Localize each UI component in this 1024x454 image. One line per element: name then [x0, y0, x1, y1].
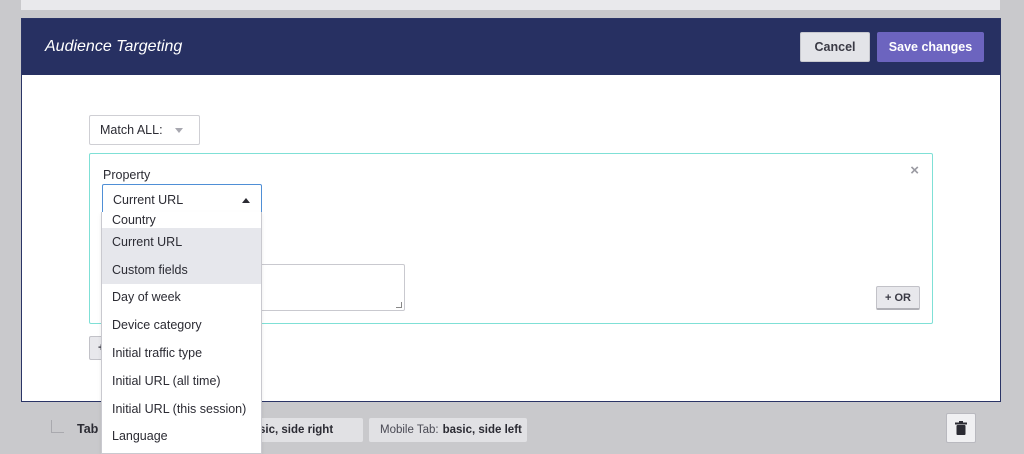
- value-textarea[interactable]: [260, 264, 405, 311]
- close-icon[interactable]: ×: [910, 163, 919, 178]
- trash-icon: [955, 421, 967, 435]
- dropdown-option-custom-fields[interactable]: Custom fields: [102, 255, 261, 284]
- background-top-strip: [21, 0, 1000, 10]
- dropdown-option-current-url[interactable]: Current URL: [102, 228, 261, 256]
- modal-title: Audience Targeting: [45, 38, 183, 55]
- caret-up-icon: [242, 198, 250, 203]
- match-mode-value: Match ALL:: [100, 123, 163, 137]
- delete-button[interactable]: [946, 413, 976, 443]
- dropdown-option-device-category[interactable]: Device category: [102, 311, 261, 339]
- dropdown-option-initial-traffic-type[interactable]: Initial traffic type: [102, 339, 261, 367]
- add-or-button[interactable]: + OR: [876, 286, 920, 310]
- property-select[interactable]: Current URL: [102, 184, 262, 215]
- property-label: Property: [103, 168, 151, 182]
- caret-down-icon: [174, 127, 183, 133]
- save-changes-button[interactable]: Save changes: [877, 32, 984, 62]
- row-title: Tab: [77, 422, 99, 436]
- property-select-value: Current URL: [113, 192, 184, 207]
- dropdown-option-language[interactable]: Language: [102, 423, 261, 451]
- row-checkbox[interactable]: [51, 420, 64, 433]
- modal-header: Audience Targeting Cancel Save changes: [22, 19, 1000, 75]
- dropdown-option-day-of-week[interactable]: Day of week: [102, 284, 261, 312]
- dropdown-option-country[interactable]: Country: [102, 212, 261, 228]
- match-mode-select[interactable]: Match ALL:: [89, 115, 200, 145]
- property-dropdown-list: Country Current URL Custom fields Day of…: [101, 212, 262, 454]
- mobile-tab-value: basic, side left: [442, 424, 522, 436]
- mobile-tab-chip: Mobile Tab: basic, side left: [369, 418, 527, 442]
- cancel-button[interactable]: Cancel: [800, 32, 870, 62]
- dropdown-option-initial-url-this-session[interactable]: Initial URL (this session): [102, 395, 261, 423]
- mobile-tab-prefix: Mobile Tab:: [380, 424, 439, 436]
- resize-handle-icon[interactable]: [396, 302, 402, 308]
- dropdown-option-initial-url-all-time[interactable]: Initial URL (all time): [102, 367, 261, 395]
